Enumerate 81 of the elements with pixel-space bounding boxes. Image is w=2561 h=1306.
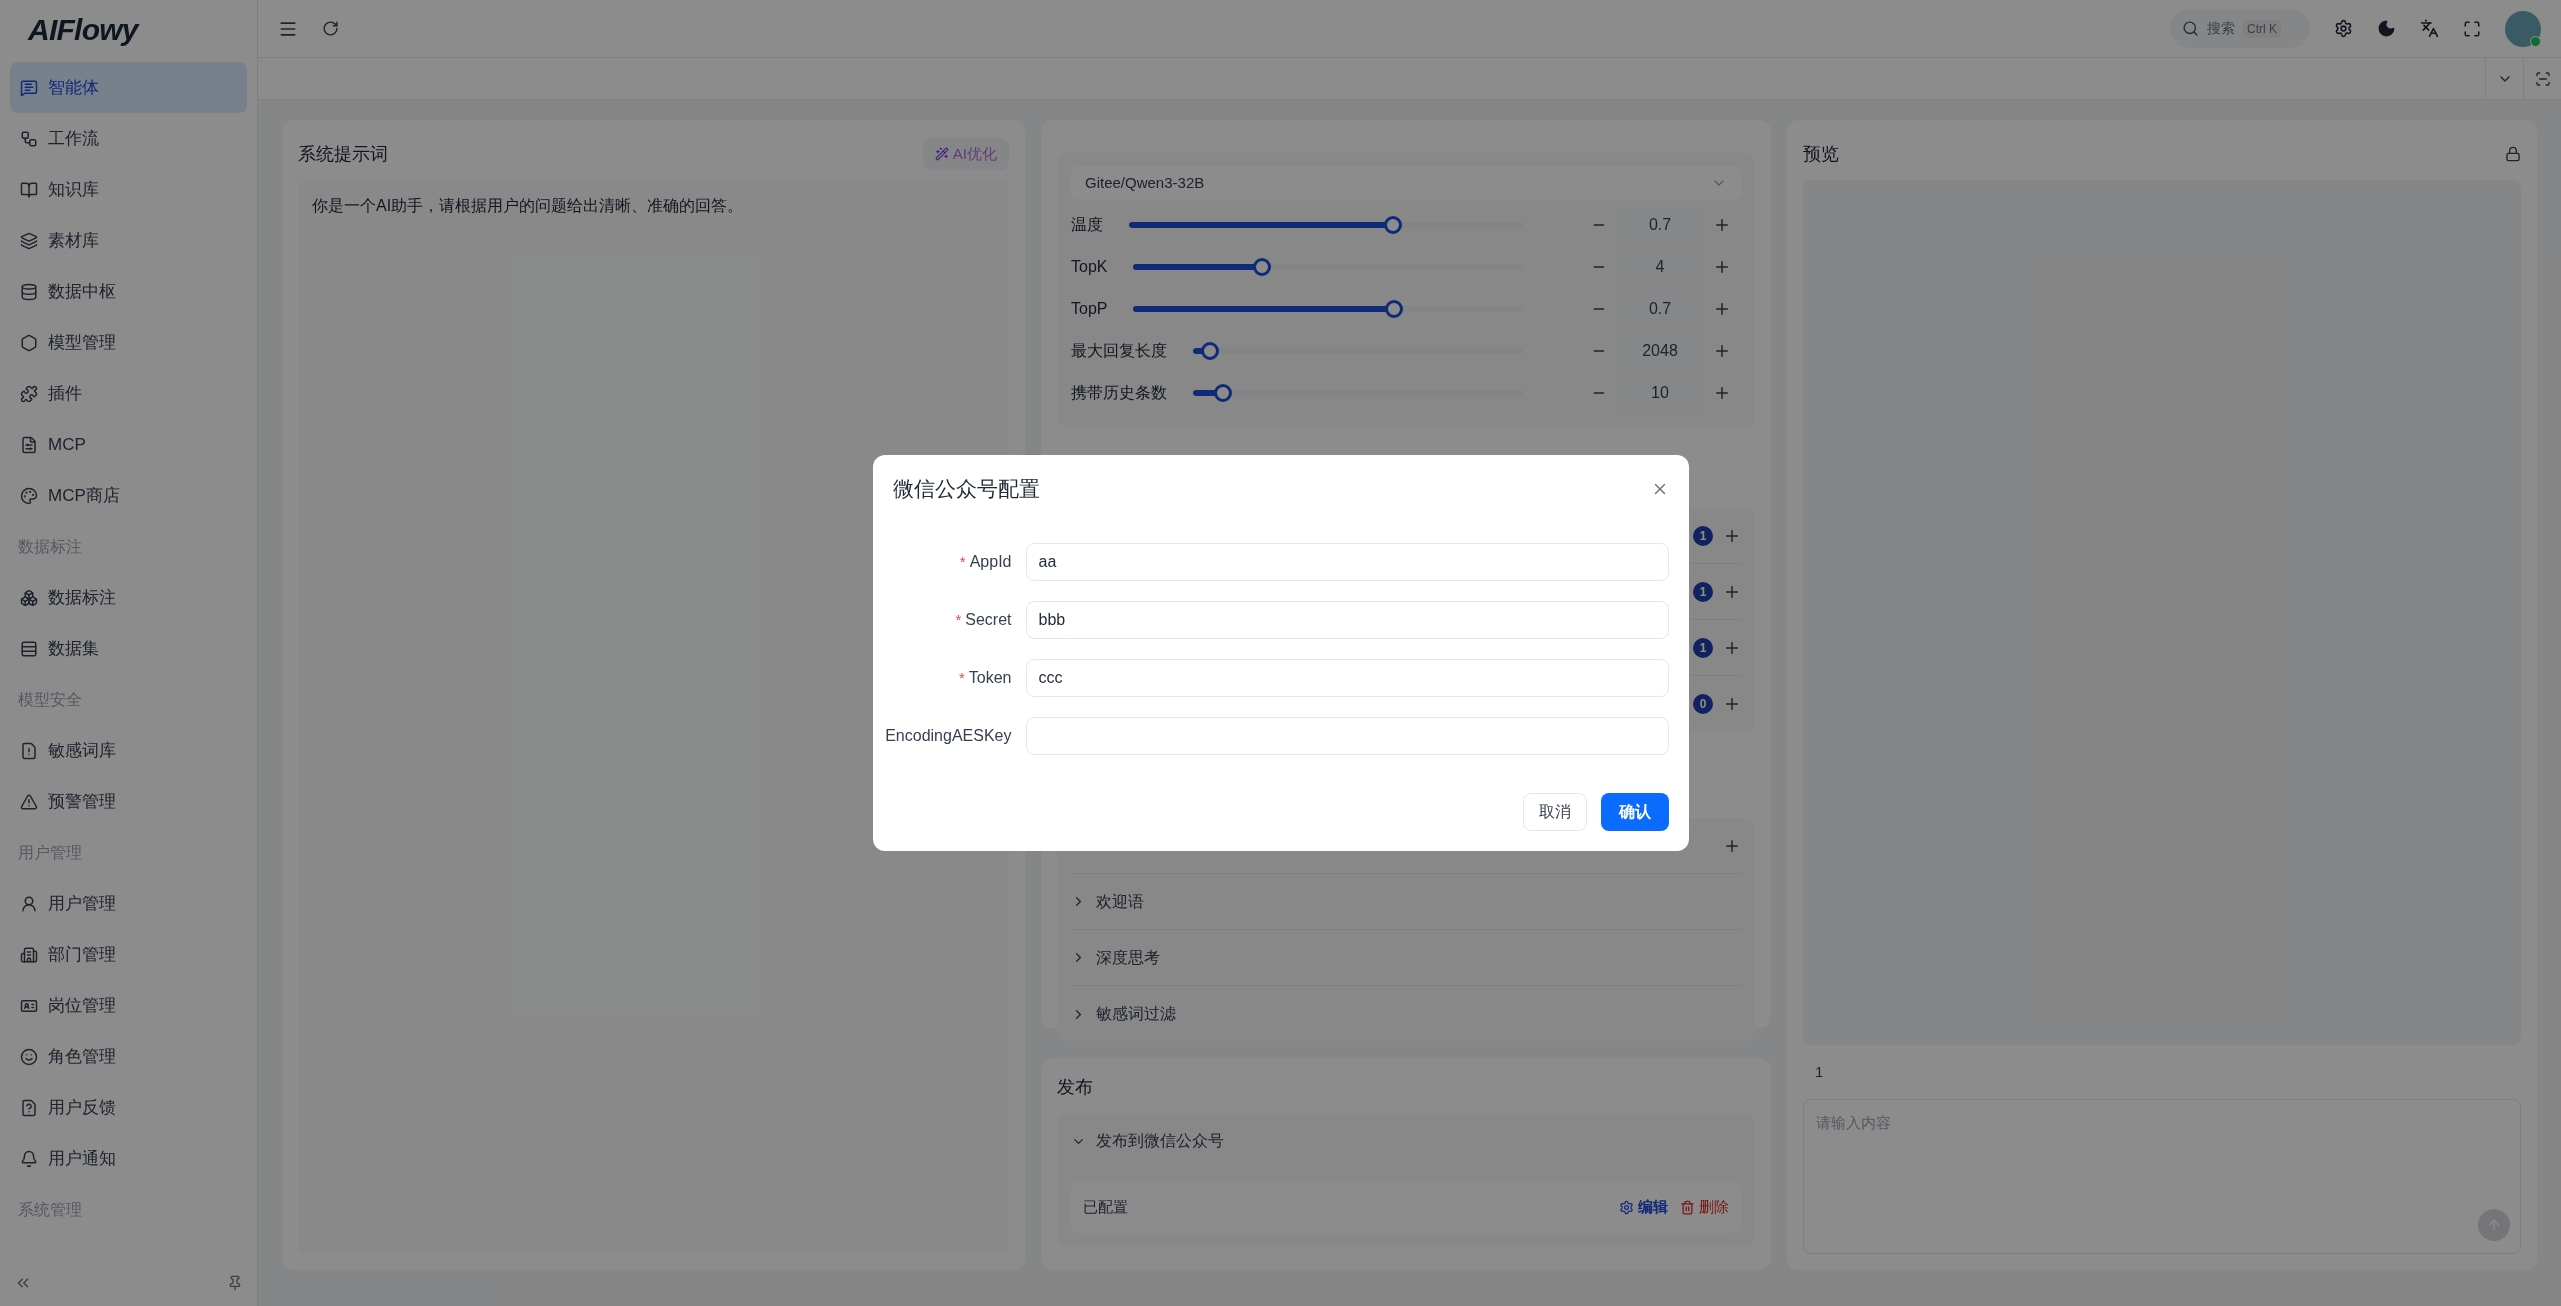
increment-icon[interactable] <box>1713 300 1731 318</box>
sidebar-item[interactable]: 数据集 <box>10 623 247 674</box>
collapse-item[interactable]: 深度思考 <box>1071 930 1741 986</box>
refresh-icon[interactable] <box>322 20 339 37</box>
delete-link[interactable]: 删除 <box>1680 1195 1729 1219</box>
gear-icon <box>1619 1199 1634 1215</box>
fullscreen-icon[interactable] <box>2463 19 2481 38</box>
sidebar-item[interactable]: 素材库 <box>10 215 247 266</box>
focus-icon[interactable] <box>2534 70 2551 87</box>
sidebar-item[interactable]: 数据中枢 <box>10 266 247 317</box>
lock-icon[interactable] <box>2505 146 2521 162</box>
count-badge: 1 <box>1693 637 1713 658</box>
count-badge: 0 <box>1693 694 1713 714</box>
field-label: Secret <box>965 609 1012 630</box>
search-field[interactable]: 搜索 Ctrl K <box>2170 9 2310 48</box>
sidebar-item[interactable]: 预警管理 <box>10 776 247 827</box>
wand-icon <box>934 147 949 161</box>
collapse-header[interactable]: 发布到微信公众号 <box>1071 1113 1741 1169</box>
sidebar-item[interactable]: 知识库 <box>10 164 247 215</box>
sidebar-item[interactable]: 插件 <box>10 368 247 419</box>
required-mark: * <box>958 667 965 688</box>
pin-icon[interactable] <box>227 1275 243 1291</box>
increment-icon[interactable] <box>1713 258 1731 276</box>
sidebar-item[interactable]: 数据标注 <box>10 572 247 623</box>
count-badge: 1 <box>1693 581 1713 602</box>
avatar[interactable] <box>2505 10 2541 47</box>
panel-title: 系统提示词 <box>298 142 388 166</box>
sidebar-item[interactable]: 用户管理 <box>10 878 247 929</box>
collapse-item[interactable]: 敏感词过滤 <box>1071 986 1741 1042</box>
sidebar-item[interactable]: 岗位管理 <box>10 980 247 1031</box>
section-title: 发布 <box>1057 1076 1094 1099</box>
sidebar-item[interactable]: 敏感词库 <box>10 725 247 776</box>
field-label: EncodingAESKey <box>885 725 1012 746</box>
param-label: TopP <box>1071 299 1109 319</box>
sidebar-item[interactable]: 用户反馈 <box>10 1082 247 1133</box>
param-label: 携带历史条数 <box>1071 383 1168 403</box>
confirm-button[interactable]: 确认 <box>1600 792 1669 831</box>
slider-thumb[interactable] <box>1385 300 1404 318</box>
shortcut-hint: Ctrl K <box>2243 19 2281 38</box>
cancel-button[interactable]: 取消 <box>1522 792 1587 831</box>
required-mark: * <box>955 609 962 630</box>
input-field[interactable] <box>1025 716 1669 755</box>
sidebar-item[interactable]: 角色管理 <box>10 1031 247 1082</box>
model-select[interactable]: Gitee/Qwen3-32B <box>1071 166 1741 200</box>
sidebar-item[interactable]: 部门管理 <box>10 929 247 980</box>
required-mark: * <box>959 551 966 572</box>
panel-title: 预览 <box>1803 142 1839 166</box>
field-label: AppId <box>969 551 1012 572</box>
increment-icon[interactable] <box>1713 384 1731 402</box>
edit-link[interactable]: 编辑 <box>1619 1195 1668 1219</box>
logo: AIFlowy <box>28 11 138 48</box>
moon-icon[interactable] <box>2377 19 2396 38</box>
sidebar-item[interactable]: 工作流 <box>10 113 247 164</box>
param-label: 温度 <box>1071 215 1104 235</box>
sidebar-item[interactable]: 用户通知 <box>10 1133 247 1184</box>
field-label: Token <box>968 667 1012 688</box>
slider-thumb[interactable] <box>1213 384 1232 402</box>
input-field[interactable]: bbb <box>1025 600 1669 639</box>
sidebar-item[interactable]: 模型管理 <box>10 317 247 368</box>
slider-thumb[interactable] <box>1383 216 1402 234</box>
slider-thumb[interactable] <box>1200 342 1219 360</box>
sidebar-item[interactable]: MCP商店 <box>10 470 247 521</box>
collapse-item[interactable]: 欢迎语 <box>1071 874 1741 930</box>
param-label: TopK <box>1071 257 1109 277</box>
ai-optimize-button[interactable]: AI优化 <box>922 138 1009 170</box>
add-icon[interactable] <box>1723 695 1741 713</box>
settings-icon[interactable] <box>2334 19 2353 38</box>
message-count: 1 <box>1815 1061 1824 1082</box>
slider-thumb[interactable] <box>1253 258 1271 276</box>
count-badge: 1 <box>1693 525 1713 546</box>
status-text: 已配置 <box>1083 1196 1129 1217</box>
input-field[interactable]: aa <box>1025 542 1669 581</box>
param-label: 最大回复长度 <box>1071 341 1168 361</box>
input-field[interactable]: ccc <box>1025 658 1669 697</box>
increment-icon[interactable] <box>1713 216 1731 234</box>
increment-icon[interactable] <box>1713 342 1731 360</box>
search-icon <box>2182 20 2199 37</box>
sidebar-item[interactable]: MCP <box>10 419 247 470</box>
sidebar-item[interactable]: 智能体 <box>10 62 247 113</box>
translate-icon[interactable] <box>2420 19 2439 38</box>
trash-icon <box>1680 1199 1695 1215</box>
